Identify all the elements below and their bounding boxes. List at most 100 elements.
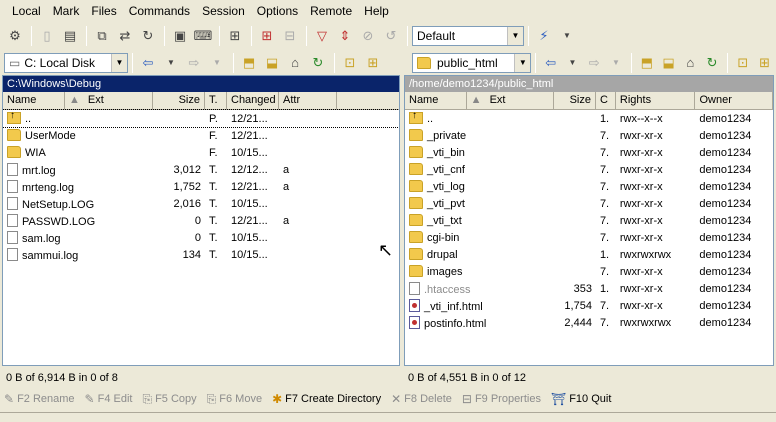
fkey-button-f4[interactable]: ✎ F4 Edit (85, 392, 133, 406)
clipboard-icon[interactable]: ▤ (59, 25, 81, 47)
column-attr[interactable]: Attr (279, 92, 337, 109)
column-size[interactable]: Size (554, 92, 596, 109)
table-row[interactable]: _vti_txt 7. rwxr-xr-x demo1234 (405, 212, 773, 229)
menu-help[interactable]: Help (358, 0, 395, 22)
home-icon[interactable]: ⌂ (680, 52, 701, 74)
column-rights[interactable]: Rights (616, 92, 696, 109)
local-drive-select[interactable]: ▭ C: Local Disk ▼ (4, 52, 128, 73)
menu-mark[interactable]: Mark (47, 0, 86, 22)
root-directory-icon[interactable]: ⬓ (658, 52, 679, 74)
table-row[interactable]: sammui.log 134 T. 10/15... (3, 246, 399, 263)
menu-remote[interactable]: Remote (304, 0, 358, 22)
session-profile-select[interactable]: Default ▼ (412, 25, 524, 46)
find-files-icon[interactable]: ⊞ (754, 52, 775, 74)
filter-icon[interactable]: ▽ (311, 25, 333, 47)
find-files-icon[interactable]: ⊞ (362, 52, 384, 74)
session-lightning-icon[interactable]: ⚡ (533, 25, 555, 47)
table-row[interactable]: _vti_inf.html 1,754 7. rwxr-xr-x demo1234 (405, 297, 773, 314)
menu-files[interactable]: Files (85, 0, 122, 22)
table-row[interactable]: images 7. rwxr-xr-x demo1234 (405, 263, 773, 280)
delete-icon: ✕ (391, 392, 402, 406)
table-row[interactable]: WIA F. 10/15... (3, 144, 399, 161)
local-file-pane[interactable]: C:\Windows\Debug Name ▲ Ext Size T. Chang… (2, 75, 400, 366)
fkey-button-f5[interactable]: ⎘ F5 Copy (142, 392, 196, 407)
menu-local[interactable]: Local (6, 0, 47, 22)
parent-directory-icon[interactable]: ⬒ (636, 52, 657, 74)
root-directory-icon[interactable]: ⬓ (261, 52, 283, 74)
chevron-down-icon[interactable]: ▼ (606, 52, 627, 74)
forward-arrow-icon[interactable]: ⇨ (183, 52, 205, 74)
back-arrow-icon[interactable]: ⇦ (540, 52, 561, 74)
table-row[interactable]: postinfo.html 2,444 7. rwxrwxrwx demo1234 (405, 314, 773, 331)
column-owner[interactable]: Owner (695, 92, 773, 109)
select-minus-icon[interactable]: ⊟ (279, 25, 301, 47)
table-row[interactable]: cgi-bin 7. rwxr-xr-x demo1234 (405, 229, 773, 246)
fkey-button-f8[interactable]: ✕ F8 Delete (391, 392, 452, 406)
column-size[interactable]: Size (153, 92, 205, 109)
table-row[interactable]: .. 1. rwx--x--x demo1234 (405, 110, 773, 127)
remote-file-pane[interactable]: /home/demo1234/public_html Name ▲ Ext Siz… (404, 75, 774, 366)
folder-icon (409, 129, 423, 141)
table-row[interactable]: _vti_log 7. rwxr-xr-x demo1234 (405, 178, 773, 195)
table-row[interactable]: NetSetup.LOG 2,016 T. 10/15... (3, 195, 399, 212)
console-icon[interactable]: ▣ (169, 25, 191, 47)
table-row[interactable]: _private 7. rwxr-xr-x demo1234 (405, 127, 773, 144)
local-path-bar[interactable]: C:\Windows\Debug (3, 76, 399, 92)
fkey-button-f7[interactable]: ✱ F7 Create Directory (272, 392, 381, 406)
fkey-button-f10[interactable]: ⛩ F10 Quit (551, 392, 611, 406)
table-row[interactable]: _vti_cnf 7. rwxr-xr-x demo1234 (405, 161, 773, 178)
home-icon[interactable]: ⌂ (284, 52, 306, 74)
table-row[interactable]: mrteng.log 1,752 T. 12/21... a (3, 178, 399, 195)
table-row[interactable]: PASSWD.LOG 0 T. 12/21... a (3, 212, 399, 229)
refresh-icon[interactable]: ↻ (137, 25, 159, 47)
fkey-button-f6[interactable]: ⎘ F6 Move (207, 392, 262, 407)
column-name[interactable]: Name (405, 92, 467, 109)
column-type[interactable]: T. (205, 92, 227, 109)
table-row[interactable]: UserMode F. 12/21... (3, 127, 399, 144)
gear-icon[interactable]: ⚙ (4, 25, 26, 47)
chevron-down-icon[interactable]: ▼ (562, 52, 583, 74)
table-row[interactable]: sam.log 0 T. 10/15... (3, 229, 399, 246)
synchronize-icon[interactable]: ⇄ (114, 25, 136, 47)
remote-path-bar[interactable]: /home/demo1234/public_html (405, 76, 773, 92)
fkey-button-f2[interactable]: ✎ F2 Rename (4, 392, 75, 406)
table-row[interactable]: .. P. 12/21... (3, 109, 399, 128)
open-folder-icon[interactable]: ⊡ (339, 52, 361, 74)
table-row[interactable]: drupal 1. rwxrwxrwx demo1234 (405, 246, 773, 263)
chevron-down-icon[interactable]: ▼ (111, 53, 127, 72)
compare-directories-icon[interactable]: ⧉ (91, 25, 113, 47)
forward-arrow-icon[interactable]: ⇨ (584, 52, 605, 74)
remote-directory-select[interactable]: public_html ▼ (412, 52, 532, 73)
queue-icon[interactable]: ⊞ (224, 25, 246, 47)
reload-icon[interactable]: ↺ (380, 25, 402, 47)
chevron-down-icon[interactable]: ▼ (206, 52, 228, 74)
back-arrow-icon[interactable]: ⇦ (137, 52, 159, 74)
open-folder-icon[interactable]: ⊡ (732, 52, 753, 74)
chevron-down-icon[interactable]: ▼ (514, 53, 531, 72)
fkey-button-f9[interactable]: ⊟ F9 Properties (462, 392, 541, 406)
column-name[interactable]: Name (3, 92, 65, 109)
chevron-down-icon[interactable]: ▼ (160, 52, 182, 74)
table-row[interactable]: _vti_pvt 7. rwxr-xr-x demo1234 (405, 195, 773, 212)
table-row[interactable]: .htaccess 353 1. rwxr-xr-x demo1234 (405, 280, 773, 297)
menu-session[interactable]: Session (196, 0, 251, 22)
menu-commands[interactable]: Commands (123, 0, 196, 22)
refresh-icon[interactable]: ↻ (702, 52, 723, 74)
column-c[interactable]: C (596, 92, 616, 109)
select-plus-icon[interactable]: ⊞ (256, 25, 278, 47)
table-row[interactable]: _vti_bin 7. rwxr-xr-x demo1234 (405, 144, 773, 161)
refresh-icon[interactable]: ↻ (307, 52, 329, 74)
menu-options[interactable]: Options (251, 0, 304, 22)
column-changed[interactable]: Changed (227, 92, 279, 109)
putty-icon[interactable]: ⌨ (192, 25, 214, 47)
open-terminal-icon[interactable]: ▯ (36, 25, 58, 47)
file-name: _vti_log (427, 181, 465, 193)
invert-selection-icon[interactable]: ⇕ (334, 25, 356, 47)
chevron-down-icon[interactable]: ▼ (556, 25, 578, 47)
column-ext[interactable]: ▲ Ext (467, 92, 555, 109)
table-row[interactable]: mrt.log 3,012 T. 12/12... a (3, 161, 399, 178)
clear-selection-icon[interactable]: ⊘ (357, 25, 379, 47)
chevron-down-icon[interactable]: ▼ (507, 26, 523, 45)
parent-directory-icon[interactable]: ⬒ (238, 52, 260, 74)
column-ext[interactable]: ▲ Ext (65, 92, 153, 109)
